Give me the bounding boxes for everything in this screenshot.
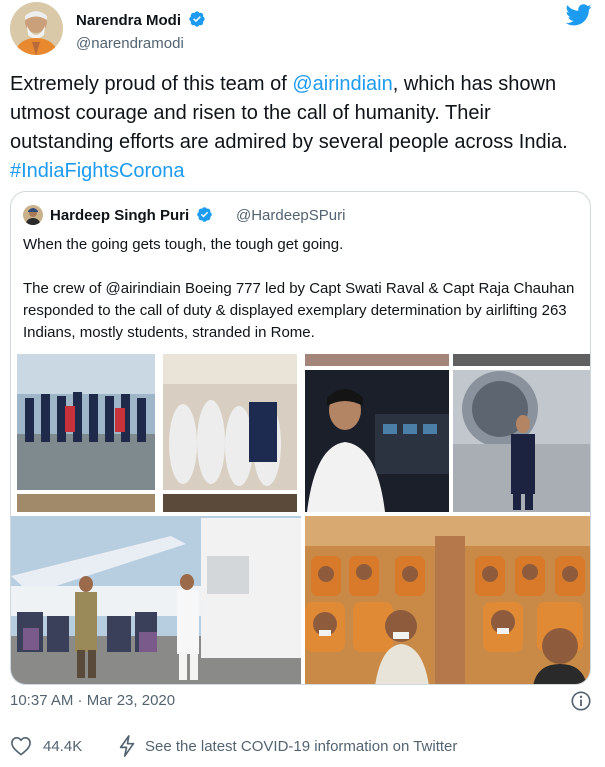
tweet-header: Narendra Modi @narendramodi [10, 2, 595, 62]
quoted-media-grid [11, 354, 590, 684]
info-icon[interactable] [570, 690, 592, 712]
tweet-text: Extremely proud of this team of @airindi… [10, 70, 595, 186]
tweet-timestamp[interactable]: 10:37 AM · Mar 23, 2020 [10, 692, 175, 709]
tweet-text-part: Extremely proud of this team of [10, 73, 293, 95]
author-name[interactable]: Narendra Modi [76, 10, 206, 29]
author-avatar[interactable] [10, 2, 63, 55]
quoted-author-name: Hardeep Singh Puri [50, 206, 213, 224]
heart-icon[interactable] [10, 736, 32, 756]
quoted-tweet[interactable]: Hardeep Singh Puri @HardeepSPuri When th… [10, 191, 591, 685]
author-handle[interactable]: @narendramodi [76, 35, 184, 52]
quoted-author-name-text: Hardeep Singh Puri [50, 207, 190, 224]
author-name-text[interactable]: Narendra Modi [76, 12, 181, 29]
media-photo-cabin-passengers[interactable] [305, 516, 590, 684]
mention-link[interactable]: @airindiain [292, 73, 392, 95]
media-photo-ground-crew[interactable] [11, 516, 301, 684]
verified-badge-icon [189, 11, 205, 27]
like-count[interactable]: 44.4K [43, 738, 82, 755]
quoted-author-avatar [23, 205, 43, 225]
covid-info-link[interactable]: See the latest COVID-19 information on T… [145, 738, 457, 755]
verified-badge-icon [197, 207, 213, 222]
lightning-bolt-icon [119, 735, 135, 757]
hashtag-link[interactable]: #IndiaFightsCorona [10, 160, 185, 182]
media-photo-pilots[interactable] [305, 354, 590, 512]
quoted-tweet-text: When the going gets tough, the tough get… [23, 236, 575, 341]
quoted-author-handle: @HardeepSPuri [236, 207, 346, 224]
media-photo-crew-group[interactable] [11, 354, 301, 512]
twitter-bird-icon[interactable] [566, 4, 592, 26]
tweet-actions: 44.4K See the latest COVID-19 informatio… [10, 735, 595, 759]
